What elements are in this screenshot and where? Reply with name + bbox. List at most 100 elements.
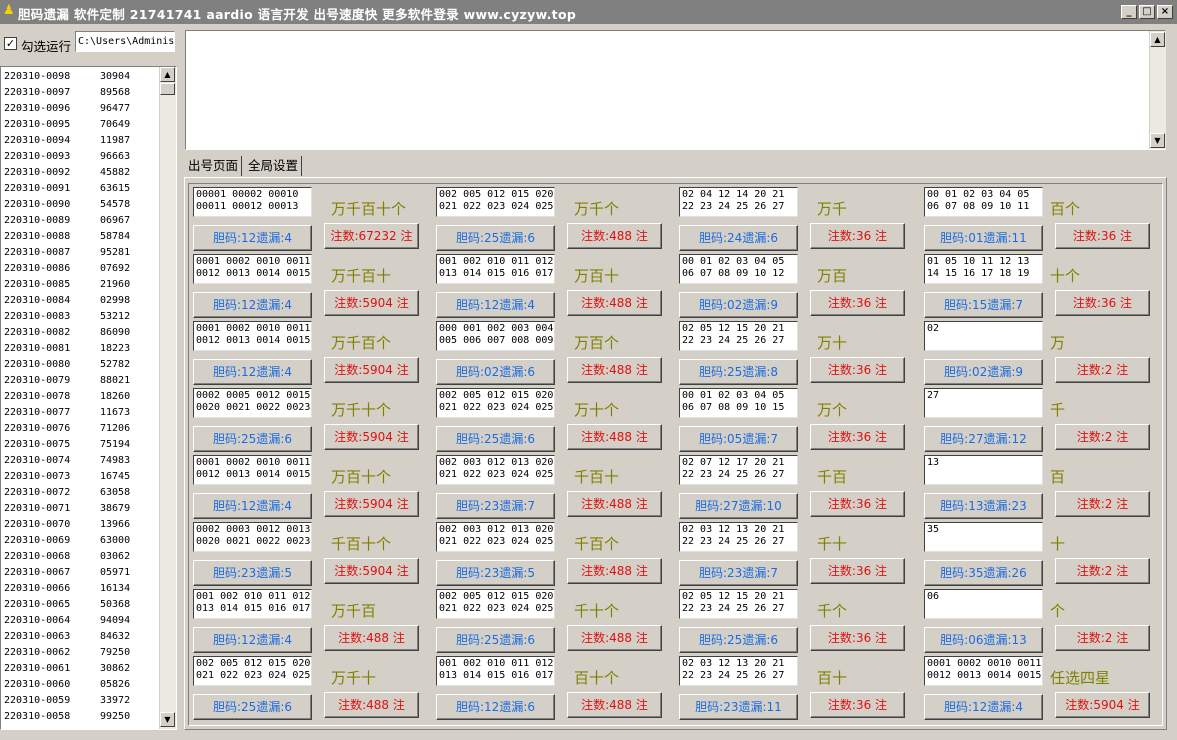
- dan-miss-button[interactable]: 胆码:02遗漏:6: [436, 359, 555, 385]
- number-set-box[interactable]: 0001 0002 0010 0011 0012 0013 0014 0015: [193, 254, 312, 284]
- list-scrollbar[interactable]: ▲ ▼: [159, 67, 176, 729]
- number-set-box[interactable]: 00 01 02 03 04 05 06 07 08 09 10 15: [679, 388, 798, 418]
- number-set-box[interactable]: 02 05 12 15 20 21 22 23 24 25 26 27: [679, 589, 798, 619]
- dan-miss-button[interactable]: 胆码:12遗漏:4: [436, 292, 555, 318]
- bet-count-button[interactable]: 注数:488 注: [567, 692, 662, 718]
- bet-count-button[interactable]: 注数:36 注: [1055, 290, 1150, 316]
- draw-history-row[interactable]: 220310-0086 07692: [4, 261, 154, 277]
- number-set-box[interactable]: 13: [924, 455, 1043, 485]
- dan-miss-button[interactable]: 胆码:25遗漏:6: [436, 225, 555, 251]
- draw-history-row[interactable]: 220310-0058 99250: [4, 709, 154, 725]
- bet-count-button[interactable]: 注数:488 注: [567, 290, 662, 316]
- dan-miss-button[interactable]: 胆码:12遗漏:6: [436, 694, 555, 720]
- scroll-down-icon[interactable]: ▼: [160, 712, 175, 727]
- bet-count-button[interactable]: 注数:36 注: [810, 290, 905, 316]
- number-set-box[interactable]: 002 003 012 013 020 021 022 023 024 025: [436, 522, 555, 552]
- bet-count-button[interactable]: 注数:2 注: [1055, 558, 1150, 584]
- path-input[interactable]: C:\Users\Adminis: [75, 31, 175, 52]
- number-set-box[interactable]: 02 05 12 15 20 21 22 23 24 25 26 27: [679, 321, 798, 351]
- dan-miss-button[interactable]: 胆码:25遗漏:6: [193, 426, 312, 452]
- bet-count-button[interactable]: 注数:5904 注: [324, 424, 419, 450]
- bet-count-button[interactable]: 注数:5904 注: [1055, 692, 1150, 718]
- number-set-box[interactable]: 01 05 10 11 12 13 14 15 16 17 18 19: [924, 254, 1043, 284]
- dan-miss-button[interactable]: 胆码:01遗漏:11: [924, 225, 1043, 251]
- number-set-box[interactable]: 002 005 012 015 020 021 022 023 024 025: [193, 656, 312, 686]
- dan-miss-button[interactable]: 胆码:25遗漏:8: [679, 359, 798, 385]
- bet-count-button[interactable]: 注数:2 注: [1055, 424, 1150, 450]
- draw-history-row[interactable]: 220310-0091 63615: [4, 181, 154, 197]
- dan-miss-button[interactable]: 胆码:23遗漏:7: [679, 560, 798, 586]
- output-textbox[interactable]: ▲ ▼: [185, 30, 1166, 150]
- bet-count-button[interactable]: 注数:36 注: [810, 357, 905, 383]
- draw-history-row[interactable]: 220310-0069 63000: [4, 533, 154, 549]
- draw-history-list[interactable]: 220310-0098 30904 220310-0097 89568 220310-0…: [0, 66, 177, 730]
- bet-count-button[interactable]: 注数:488 注: [567, 491, 662, 517]
- draw-history-row[interactable]: 220310-0083 53212: [4, 309, 154, 325]
- draw-history-row[interactable]: 220310-0068 03062: [4, 549, 154, 565]
- number-set-box[interactable]: 02 07 12 17 20 21 22 23 24 25 26 27: [679, 455, 798, 485]
- draw-history-row[interactable]: 220310-0078 18260: [4, 389, 154, 405]
- dan-miss-button[interactable]: 胆码:12遗漏:4: [193, 292, 312, 318]
- dan-miss-button[interactable]: 胆码:12遗漏:4: [193, 493, 312, 519]
- draw-history-row[interactable]: 220310-0072 63058: [4, 485, 154, 501]
- close-button[interactable]: ×: [1157, 5, 1173, 19]
- bet-count-button[interactable]: 注数:36 注: [810, 491, 905, 517]
- dan-miss-button[interactable]: 胆码:12遗漏:4: [193, 627, 312, 653]
- draw-history-row[interactable]: 220310-0079 88021: [4, 373, 154, 389]
- draw-history-row[interactable]: 220310-0094 11987: [4, 133, 154, 149]
- bet-count-button[interactable]: 注数:36 注: [810, 223, 905, 249]
- dan-miss-button[interactable]: 胆码:02遗漏:9: [679, 292, 798, 318]
- scroll-up-icon[interactable]: ▲: [160, 67, 175, 82]
- draw-history-row[interactable]: 220310-0077 11673: [4, 405, 154, 421]
- draw-history-row[interactable]: 220310-0062 79250: [4, 645, 154, 661]
- dan-miss-button[interactable]: 胆码:35遗漏:26: [924, 560, 1043, 586]
- bet-count-button[interactable]: 注数:36 注: [810, 558, 905, 584]
- draw-history-row[interactable]: 220310-0087 95281: [4, 245, 154, 261]
- bet-count-button[interactable]: 注数:488 注: [567, 558, 662, 584]
- bet-count-button[interactable]: 注数:67232 注: [324, 223, 419, 249]
- draw-history-row[interactable]: 220310-0098 30904: [4, 69, 154, 85]
- number-set-box[interactable]: 00 01 02 03 04 05 06 07 08 09 10 11: [924, 187, 1043, 217]
- draw-history-row[interactable]: 220310-0088 58784: [4, 229, 154, 245]
- bet-count-button[interactable]: 注数:488 注: [567, 424, 662, 450]
- draw-history-row[interactable]: 220310-0097 89568: [4, 85, 154, 101]
- draw-history-row[interactable]: 220310-0095 70649: [4, 117, 154, 133]
- number-set-box[interactable]: 02: [924, 321, 1043, 351]
- draw-history-row[interactable]: 220310-0066 16134: [4, 581, 154, 597]
- dan-miss-button[interactable]: 胆码:27遗漏:10: [679, 493, 798, 519]
- dan-miss-button[interactable]: 胆码:27遗漏:12: [924, 426, 1043, 452]
- bet-count-button[interactable]: 注数:2 注: [1055, 357, 1150, 383]
- output-scroll-down-icon[interactable]: ▼: [1150, 133, 1165, 148]
- number-set-box[interactable]: 02 04 12 14 20 21 22 23 24 25 26 27: [679, 187, 798, 217]
- number-set-box[interactable]: 27: [924, 388, 1043, 418]
- draw-history-row[interactable]: 220310-0089 06967: [4, 213, 154, 229]
- dan-miss-button[interactable]: 胆码:02遗漏:9: [924, 359, 1043, 385]
- bet-count-button[interactable]: 注数:36 注: [810, 625, 905, 651]
- bet-count-button[interactable]: 注数:488 注: [324, 692, 419, 718]
- dan-miss-button[interactable]: 胆码:12遗漏:4: [924, 694, 1043, 720]
- number-set-box[interactable]: 0002 0003 0012 0013 0020 0021 0022 0023: [193, 522, 312, 552]
- draw-history-row[interactable]: 220310-0082 86090: [4, 325, 154, 341]
- draw-history-row[interactable]: 220310-0074 74983: [4, 453, 154, 469]
- bet-count-button[interactable]: 注数:36 注: [1055, 223, 1150, 249]
- draw-history-row[interactable]: 220310-0065 50368: [4, 597, 154, 613]
- bet-count-button[interactable]: 注数:2 注: [1055, 491, 1150, 517]
- dan-miss-button[interactable]: 胆码:23遗漏:11: [679, 694, 798, 720]
- scroll-thumb[interactable]: [160, 83, 175, 95]
- number-set-box[interactable]: 002 003 012 013 020 021 022 023 024 025: [436, 455, 555, 485]
- bet-count-button[interactable]: 注数:36 注: [810, 424, 905, 450]
- dan-miss-button[interactable]: 胆码:06遗漏:13: [924, 627, 1043, 653]
- bet-count-button[interactable]: 注数:36 注: [810, 692, 905, 718]
- number-set-box[interactable]: 001 002 010 011 012 013 014 015 016 017: [436, 656, 555, 686]
- draw-history-row[interactable]: 220310-0092 45882: [4, 165, 154, 181]
- dan-miss-button[interactable]: 胆码:25遗漏:6: [679, 627, 798, 653]
- dan-miss-button[interactable]: 胆码:23遗漏:5: [193, 560, 312, 586]
- bet-count-button[interactable]: 注数:5904 注: [324, 558, 419, 584]
- number-set-box[interactable]: 06: [924, 589, 1043, 619]
- draw-history-row[interactable]: 220310-0084 02998: [4, 293, 154, 309]
- number-set-box[interactable]: 0001 0002 0010 0011 0012 0013 0014 0015: [193, 321, 312, 351]
- draw-history-row[interactable]: 220310-0096 96477: [4, 101, 154, 117]
- number-set-box[interactable]: 35: [924, 522, 1043, 552]
- tab-output-page[interactable]: 出号页面: [185, 156, 243, 176]
- draw-history-row[interactable]: 220310-0073 16745: [4, 469, 154, 485]
